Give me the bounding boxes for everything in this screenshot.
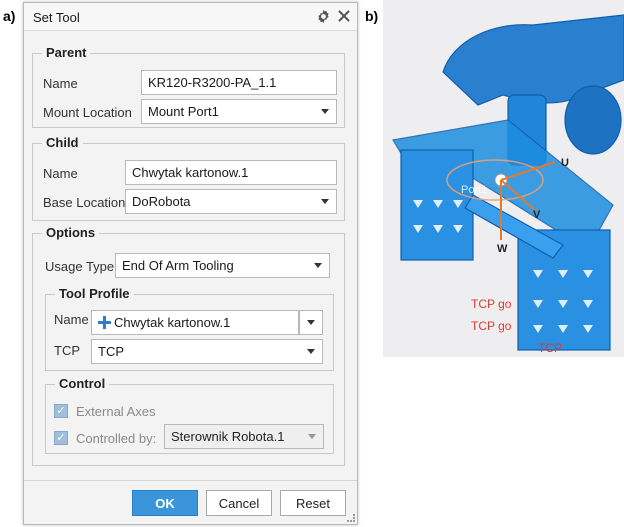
set-tool-dialog: Set Tool Parent Name KR120-R3200-PA_1.1 … <box>23 2 358 525</box>
base-location-label: Base Location <box>43 195 126 210</box>
child-name-field[interactable]: Chwytak kartonow.1 <box>125 160 337 185</box>
port-label: Port1 <box>461 184 487 196</box>
child-group: Child Name Chwytak kartonow.1 Base Locat… <box>32 135 345 221</box>
parent-name-field[interactable]: KR120-R3200-PA_1.1 <box>141 70 337 95</box>
external-axes-label: External Axes <box>76 404 156 419</box>
dialog-title: Set Tool <box>33 10 80 25</box>
figure-label-a: a) <box>3 8 16 24</box>
gripper-model: U V W Port1 TCP go TCP go TCP <box>392 14 624 355</box>
parent-group-title: Parent <box>42 45 91 60</box>
usage-type-label: Usage Type <box>45 259 115 274</box>
cancel-button[interactable]: Cancel <box>206 490 272 516</box>
chevron-down-icon <box>308 434 316 439</box>
resize-grip[interactable] <box>347 514 355 522</box>
axis-w-label: W <box>497 243 508 255</box>
mount-location-label: Mount Location <box>43 105 132 120</box>
control-title: Control <box>55 376 110 391</box>
tcp-value: TCP <box>98 344 124 359</box>
usage-type-select[interactable]: End Of Arm Tooling <box>115 253 330 278</box>
controlled-by-value: Sterownik Robota.1 <box>171 429 285 444</box>
chevron-down-icon <box>307 349 315 354</box>
gear-icon[interactable] <box>314 7 332 25</box>
chevron-down-icon <box>321 109 329 114</box>
chevron-down-icon <box>321 199 329 204</box>
tool-profile-title: Tool Profile <box>55 286 134 301</box>
options-group-title: Options <box>42 225 100 240</box>
tcp-label-3d: TCP <box>538 341 562 355</box>
controlled-by-checkbox[interactable]: ✓ <box>54 431 68 445</box>
3d-viewport[interactable]: U V W Port1 TCP go TCP go TCP <box>383 0 624 357</box>
tool-profile-icon <box>98 316 111 332</box>
tool-profile-name-value: Chwytak kartonow.1 <box>114 315 231 330</box>
chevron-down-icon <box>307 320 315 325</box>
close-icon[interactable] <box>335 7 353 25</box>
options-group: Options Usage Type End Of Arm Tooling To… <box>32 225 345 466</box>
dialog-titlebar: Set Tool <box>24 3 357 31</box>
mount-location-select[interactable]: Mount Port1 <box>141 99 337 124</box>
usage-type-value: End Of Arm Tooling <box>122 258 234 273</box>
tcp-select[interactable]: TCP <box>91 339 323 364</box>
mount-location-value: Mount Port1 <box>148 104 219 119</box>
tool-profile-name-label: Name <box>54 312 89 327</box>
axis-v-label: V <box>533 209 541 221</box>
base-location-select[interactable]: DoRobota <box>125 189 337 214</box>
child-name-label: Name <box>43 166 78 181</box>
axis-u-label: U <box>561 157 569 169</box>
control-group: Control ✓ External Axes ✓ Controlled by:… <box>45 376 334 454</box>
tcp-go-label-1: TCP go <box>471 297 512 311</box>
parent-name-label: Name <box>43 76 78 91</box>
dialog-footer: OK Cancel Reset <box>24 480 357 524</box>
chevron-down-icon <box>314 263 322 268</box>
tool-profile-name-field[interactable]: Chwytak kartonow.1 <box>91 310 299 335</box>
tool-profile-group: Tool Profile Name Chwytak kartonow.1 TCP… <box>45 286 334 371</box>
external-axes-checkbox[interactable]: ✓ <box>54 404 68 418</box>
tool-profile-dropdown-button[interactable] <box>299 310 323 335</box>
child-group-title: Child <box>42 135 83 150</box>
tcp-label: TCP <box>54 343 80 358</box>
controlled-by-select[interactable]: Sterownik Robota.1 <box>164 424 324 449</box>
ok-button[interactable]: OK <box>132 490 198 516</box>
base-location-value: DoRobota <box>132 194 191 209</box>
tcp-go-label-2: TCP go <box>471 319 512 333</box>
figure-label-b: b) <box>365 8 379 24</box>
controlled-by-label: Controlled by: <box>76 431 157 446</box>
reset-button[interactable]: Reset <box>280 490 346 516</box>
parent-group: Parent Name KR120-R3200-PA_1.1 Mount Loc… <box>32 45 345 128</box>
